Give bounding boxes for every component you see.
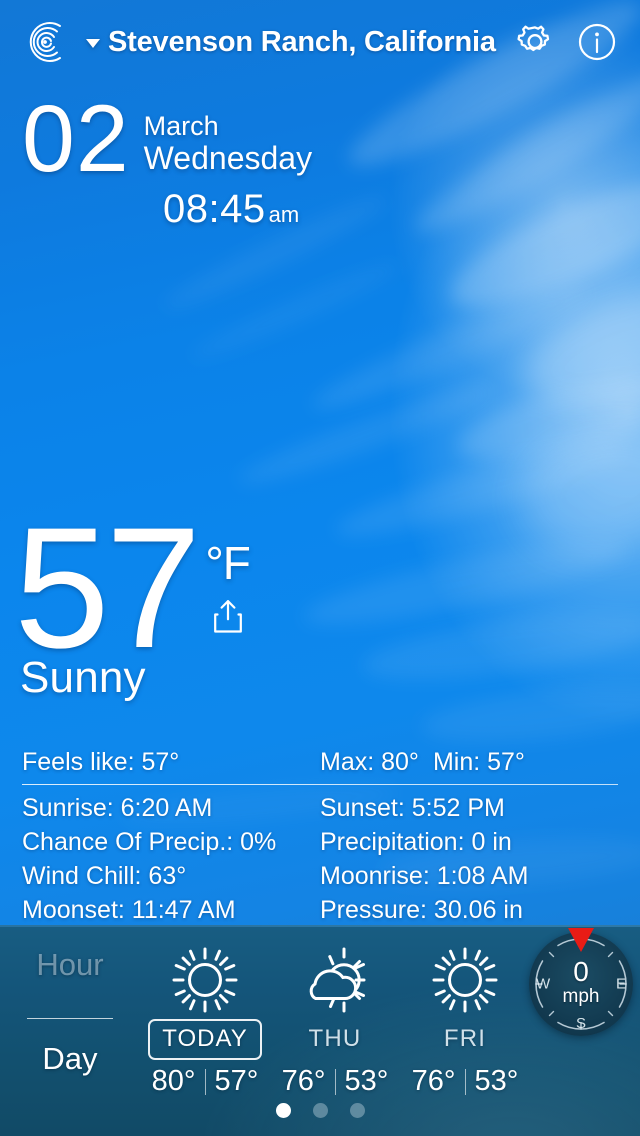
sun-icon: [430, 943, 500, 1017]
location-name[interactable]: Stevenson Ranch, California: [108, 26, 496, 59]
forecast-temps-thu: 76° 53°: [282, 1065, 389, 1098]
max-min-col: Max: 80° Min: 57°: [320, 745, 618, 779]
detail-wind-chill: Wind Chill: 63°: [22, 862, 187, 890]
month-weekday-group: March Wednesday: [143, 111, 313, 177]
page-dot-3[interactable]: [349, 1103, 365, 1118]
details-right-col: Sunset: 5:52 PM Precipitation: 0 in Moon…: [320, 791, 618, 927]
compass-needle-icon: [568, 928, 594, 952]
toggle-divider: [27, 1018, 113, 1019]
forecast-label-thu[interactable]: THU: [309, 1025, 362, 1053]
summary-row: Feels like: 57° Max: 80° Min: 57°: [22, 745, 618, 779]
temperature-unit: °F: [205, 537, 250, 589]
radar-spiral-icon[interactable]: [20, 19, 66, 65]
forecast-high-fri: 76°: [411, 1065, 456, 1097]
forecast-high-today: 80°: [151, 1065, 196, 1097]
weather-app-screen: Stevenson Ranch, California 02 March Wed…: [0, 0, 640, 1136]
detail-sunset: Sunset: 5:52 PM: [320, 794, 505, 822]
month-label: March: [143, 111, 219, 141]
temperature-row: 57 °F: [0, 492, 640, 684]
detail-pressure: Pressure: 30.06 in: [320, 896, 523, 924]
temp-separator: [464, 1068, 466, 1095]
page-indicator: [0, 1103, 640, 1118]
clock-meridiem: am: [268, 202, 300, 228]
details-left-col: Sunrise: 6:20 AM Chance Of Precip.: 0% W…: [22, 791, 320, 927]
forecast-bottom-bar: Hour Day TODAY 80° 57° THU 76° 53° FRI 7…: [0, 925, 640, 1136]
info-circle-icon[interactable]: [574, 19, 620, 65]
toggle-day[interactable]: Day: [0, 1043, 140, 1074]
forecast-high-thu: 76°: [281, 1065, 326, 1097]
feels-like-value: Feels like: 57°: [22, 748, 180, 776]
detail-chance-precip: Chance Of Precip.: 0%: [22, 828, 277, 856]
temp-separator: [334, 1068, 336, 1095]
forecast-low-fri: 53°: [474, 1065, 519, 1097]
condition-label: Sunny: [20, 653, 146, 703]
page-dot-1[interactable]: [275, 1103, 291, 1118]
forecast-label-fri[interactable]: FRI: [444, 1025, 486, 1053]
wind-speed-value: 0: [573, 955, 589, 987]
unit-and-share-column: °F: [205, 537, 251, 634]
date-row: 02 March Wednesday: [0, 86, 400, 192]
share-upload-icon[interactable]: [211, 598, 245, 634]
sun-behind-cloud-icon: [300, 943, 370, 1017]
forecast-temps-fri: 76° 53°: [412, 1065, 519, 1098]
chevron-down-icon[interactable]: [86, 38, 100, 48]
detail-precipitation: Precipitation: 0 in: [320, 828, 512, 856]
current-temperature: 57: [14, 492, 201, 684]
date-time-block: 02 March Wednesday 08:45 am: [0, 86, 400, 232]
forecast-label-wrap: THU: [309, 1017, 362, 1061]
gear-icon[interactable]: [512, 19, 558, 65]
toggle-hour[interactable]: Hour: [0, 949, 140, 980]
forecast-item-thu[interactable]: THU 76° 53°: [270, 939, 400, 1119]
detail-sunrise: Sunrise: 6:20 AM: [22, 794, 213, 822]
forecast-label-wrap: FRI: [444, 1017, 486, 1061]
details-divider: [22, 784, 618, 785]
detail-moonrise: Moonrise: 1:08 AM: [320, 862, 529, 890]
app-header: Stevenson Ranch, California: [0, 0, 640, 84]
time-row: 08:45 am: [163, 187, 400, 232]
details-rows: Sunrise: 6:20 AM Chance Of Precip.: 0% W…: [22, 791, 618, 927]
forecast-item-fri[interactable]: FRI 76° 53°: [400, 939, 530, 1119]
wind-speed-unit: mph: [562, 986, 600, 1008]
forecast-low-today: 57°: [214, 1065, 259, 1097]
page-dot-2[interactable]: [312, 1103, 328, 1118]
day-number: 02: [22, 86, 130, 192]
max-temp-value: Max: 80°: [320, 748, 419, 776]
forecast-temps-today: 80° 57°: [152, 1065, 259, 1098]
forecast-label-today[interactable]: TODAY: [148, 1018, 262, 1060]
forecast-item-today[interactable]: TODAY 80° 57°: [140, 939, 270, 1119]
current-conditions-block: 57 °F Sunny: [0, 492, 640, 703]
min-temp-value: Min: 57°: [432, 748, 525, 776]
forecast-list: TODAY 80° 57° THU 76° 53° FRI 76° 53°: [140, 939, 530, 1119]
weather-details-block: Feels like: 57° Max: 80° Min: 57° Sunris…: [0, 745, 640, 927]
feels-like-col: Feels like: 57°: [22, 745, 320, 779]
wind-compass-widget[interactable]: W E S 0 mph: [529, 928, 633, 1036]
forecast-low-thu: 53°: [344, 1065, 389, 1097]
forecast-label-wrap: TODAY: [148, 1017, 262, 1061]
clock-time: 08:45: [163, 187, 266, 232]
weekday-label: Wednesday: [143, 140, 313, 177]
detail-moonset: Moonset: 11:47 AM: [22, 896, 236, 924]
hour-day-toggle: Hour Day: [0, 949, 140, 1074]
sun-icon: [170, 943, 240, 1017]
temp-separator: [204, 1068, 206, 1095]
